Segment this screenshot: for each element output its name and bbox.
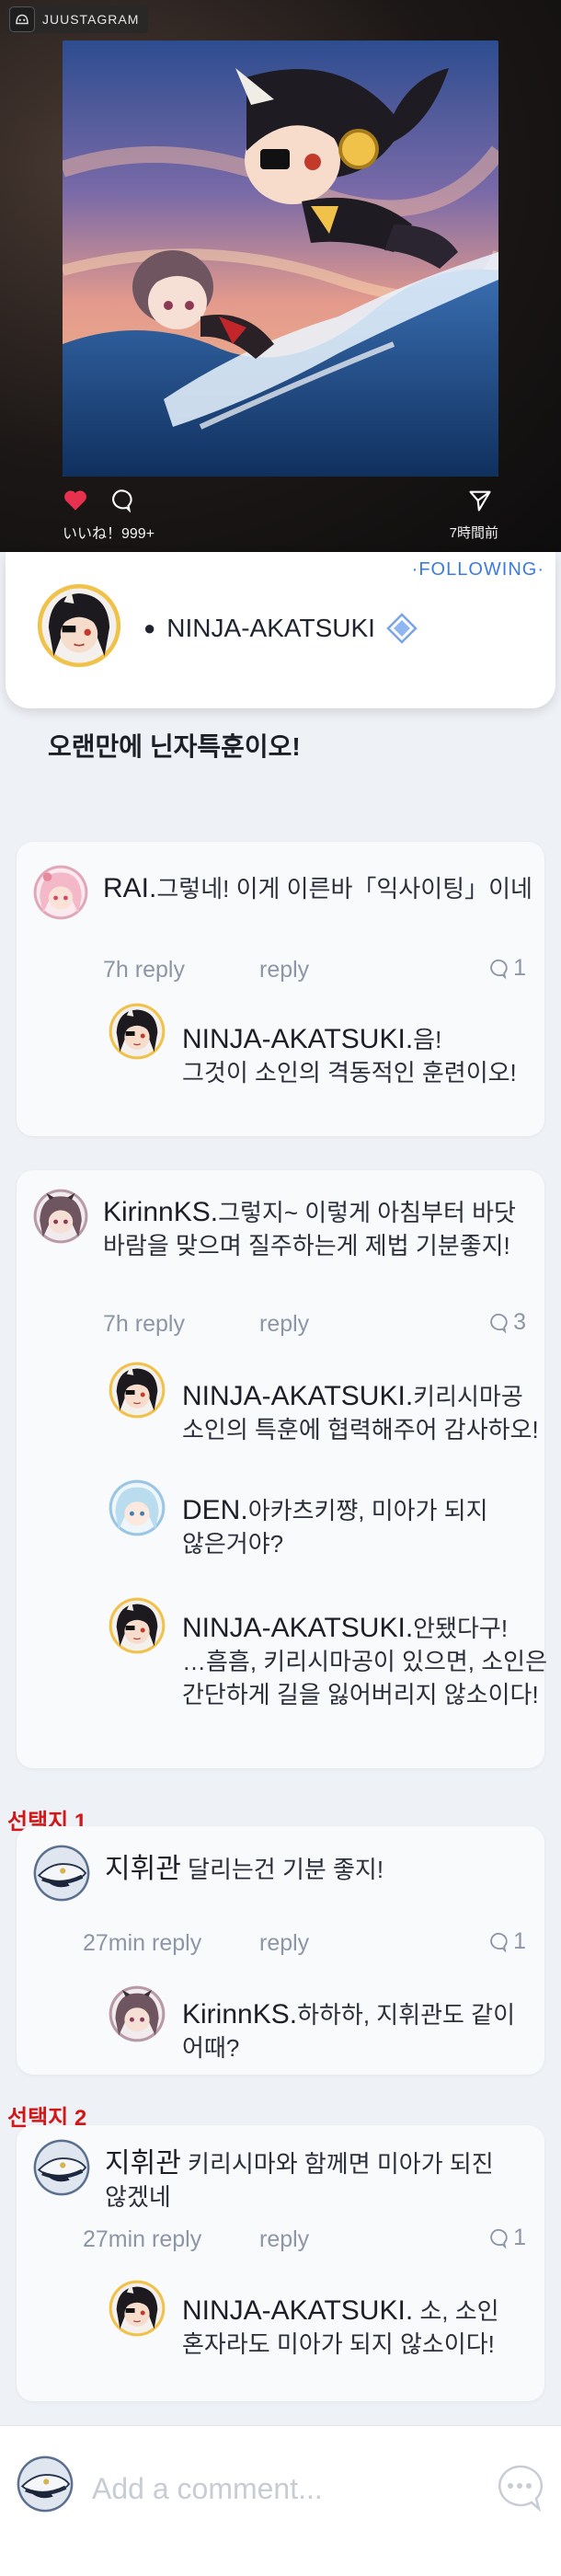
comment-author[interactable]: KirinnKS. <box>103 1197 218 1227</box>
reply-time: 7h reply <box>103 957 185 983</box>
reply-count[interactable]: 1 <box>486 1928 526 1955</box>
post-header: JUUSTAGRAM いいね！999+ 7時間前 <box>0 0 561 552</box>
comment-author[interactable]: NINJA-AKATSUKI. <box>182 1381 413 1411</box>
avatar <box>17 2455 74 2513</box>
comment-author[interactable]: NINJA-AKATSUKI. <box>182 1613 413 1643</box>
reply-body: 안됐다구! <box>413 1615 509 1642</box>
reply-text: KirinnKS.하하하, 지휘관도 같이 어때? <box>182 1998 541 2064</box>
following-button[interactable]: ·FOLLOWING· <box>412 559 544 581</box>
chat-bubble-icon <box>486 1312 508 1334</box>
comment-text: 지휘관 달리는건 기분 좋지! <box>105 1853 537 1886</box>
reply-body: 키리시마공 <box>413 1383 523 1410</box>
reply-button[interactable]: reply <box>259 2226 309 2253</box>
reply-body: 혼자라도 미아가 되지 않소이다! <box>182 2330 495 2358</box>
reply-count[interactable]: 3 <box>486 1309 526 1336</box>
reply-text: NINJA-AKATSUKI.음! 그것이 소인의 격동적인 훈련이오! <box>182 1023 541 1089</box>
post-time: 7時間前 <box>449 525 498 541</box>
reply-body: 음! <box>413 1026 442 1053</box>
comment-body: 그렇네! 이게 이른바「익사이팅」이네 <box>156 875 532 903</box>
app-logo-icon <box>9 6 35 32</box>
reply-time: 7h reply <box>103 1311 185 1337</box>
profile-name-row: ● NINJA-AKATSUKI <box>143 613 418 644</box>
avatar[interactable] <box>33 865 88 920</box>
post-image[interactable] <box>63 40 498 477</box>
comment-body: 그렇지~ 이렇게 아침부터 바닷 <box>218 1199 516 1226</box>
reply-count-number: 1 <box>513 2225 526 2250</box>
post-actions: いいね！999+ 7時間前 <box>63 486 498 542</box>
comment-composer: Add a comment... <box>0 2425 561 2529</box>
reply-body: 아카츠키쨩, 미아가 되지 <box>247 1497 488 1524</box>
page: JUUSTAGRAM いいね！999+ 7時間前 ·FOLLOWING· ● N… <box>0 0 561 2576</box>
footer <box>0 2528 561 2576</box>
reply-body: 소, 소인 <box>419 2297 499 2325</box>
avatar[interactable] <box>33 2139 90 2196</box>
comment-bubble-icon[interactable] <box>107 488 132 518</box>
avatar[interactable] <box>109 1003 166 1060</box>
chat-bubble-icon <box>486 2227 508 2249</box>
reply-button[interactable]: reply <box>259 1930 309 1957</box>
bullet-icon: ● <box>143 616 156 639</box>
reply-body: 하하하, 지휘관도 같이 <box>297 2001 516 2029</box>
avatar[interactable] <box>109 2280 166 2337</box>
chat-bubble-icon <box>486 958 508 980</box>
avatar[interactable] <box>109 1362 166 1419</box>
reply-text: NINJA-AKATSUKI.안됐다구! …흠흠, 키리시마공이 있으면, 소인… <box>182 1612 550 1711</box>
avatar[interactable] <box>33 1189 88 1244</box>
chat-bubble-icon <box>486 1931 508 1953</box>
avatar[interactable] <box>109 1985 166 2042</box>
comment-author[interactable]: RAI. <box>103 873 156 903</box>
reply-count[interactable]: 1 <box>486 955 526 982</box>
comment-body: 키리시마와 함께면 미아가 되진 <box>188 2150 494 2178</box>
comment-text: KirinnKS.그렇지~ 이렇게 아침부터 바닷 바람을 맞으며 질주하는게 … <box>103 1196 544 1262</box>
post-caption: 오랜만에 닌자특훈이오! <box>48 732 301 761</box>
comment-input[interactable]: Add a comment... <box>92 2472 323 2506</box>
reply-text: NINJA-AKATSUKI. 소, 소인 혼자라도 미아가 되지 않소이다! <box>182 2294 550 2361</box>
reply-button[interactable]: reply <box>259 1311 309 1338</box>
reply-count[interactable]: 1 <box>486 2225 526 2251</box>
reply-text: DEN.아카츠키쨩, 미아가 되지 않은거야? <box>182 1494 541 1560</box>
comment-text: RAI.그렇네! 이게 이른바「익사이팅」이네 <box>103 872 535 905</box>
avatar[interactable] <box>37 583 121 668</box>
reply-count-number: 1 <box>513 1928 526 1954</box>
comment-author[interactable]: NINJA-AKATSUKI. <box>182 1024 413 1054</box>
reply-time: 27min reply <box>83 2226 202 2252</box>
reply-text: NINJA-AKATSUKI.키리시마공 소인의 특훈에 협력해주어 감사하오! <box>182 1380 550 1446</box>
reply-count-number: 1 <box>513 955 526 981</box>
reply-body: 간단하게 길을 잃어버리지 않소이다! <box>182 1681 539 1708</box>
profile-name[interactable]: NINJA-AKATSUKI <box>166 614 375 643</box>
profile-card: ·FOLLOWING· ● NINJA-AKATSUKI <box>6 552 555 708</box>
likes-count: いいね！999+ <box>63 526 155 542</box>
chat-dots-icon[interactable] <box>495 2463 544 2517</box>
comment-body: 않겠네 <box>105 2183 171 2211</box>
reply-body: 소인의 특훈에 협력해주어 감사하오! <box>182 1416 539 1443</box>
avatar[interactable] <box>33 1845 90 1902</box>
comment-author[interactable]: DEN. <box>182 1495 248 1525</box>
comment-text: 지휘관 키리시마와 함께면 미아가 되진 않겠네 <box>105 2147 537 2214</box>
reply-body: 않은거야? <box>182 1530 284 1558</box>
reply-body: 그것이 소인의 격동적인 훈련이오! <box>182 1059 517 1087</box>
send-icon[interactable] <box>467 488 493 518</box>
reply-button[interactable]: reply <box>259 957 309 983</box>
comment-body: 달리는건 기분 좋지! <box>188 1856 384 1883</box>
comment-author[interactable]: 지휘관 <box>105 1854 181 1884</box>
app-bar: JUUSTAGRAM <box>6 6 149 33</box>
reply-body: 어때? <box>182 2034 240 2062</box>
reply-time: 27min reply <box>83 1930 202 1956</box>
comment-author[interactable]: 지휘관 <box>105 2148 181 2179</box>
app-name: JUUSTAGRAM <box>42 12 140 27</box>
avatar[interactable] <box>109 1597 166 1654</box>
comment-author[interactable]: NINJA-AKATSUKI. <box>182 2295 413 2326</box>
heart-icon[interactable] <box>63 488 88 516</box>
verified-diamond-icon <box>386 613 418 644</box>
avatar[interactable] <box>109 1479 166 1536</box>
reply-count-number: 3 <box>513 1309 526 1335</box>
comment-body: 바람을 맞으며 질주하는게 제법 기분좋지! <box>103 1232 510 1259</box>
reply-body: …흠흠, 키리시마공이 있으면, 소인은 <box>182 1648 547 1675</box>
comment-author[interactable]: KirinnKS. <box>182 1999 297 2030</box>
